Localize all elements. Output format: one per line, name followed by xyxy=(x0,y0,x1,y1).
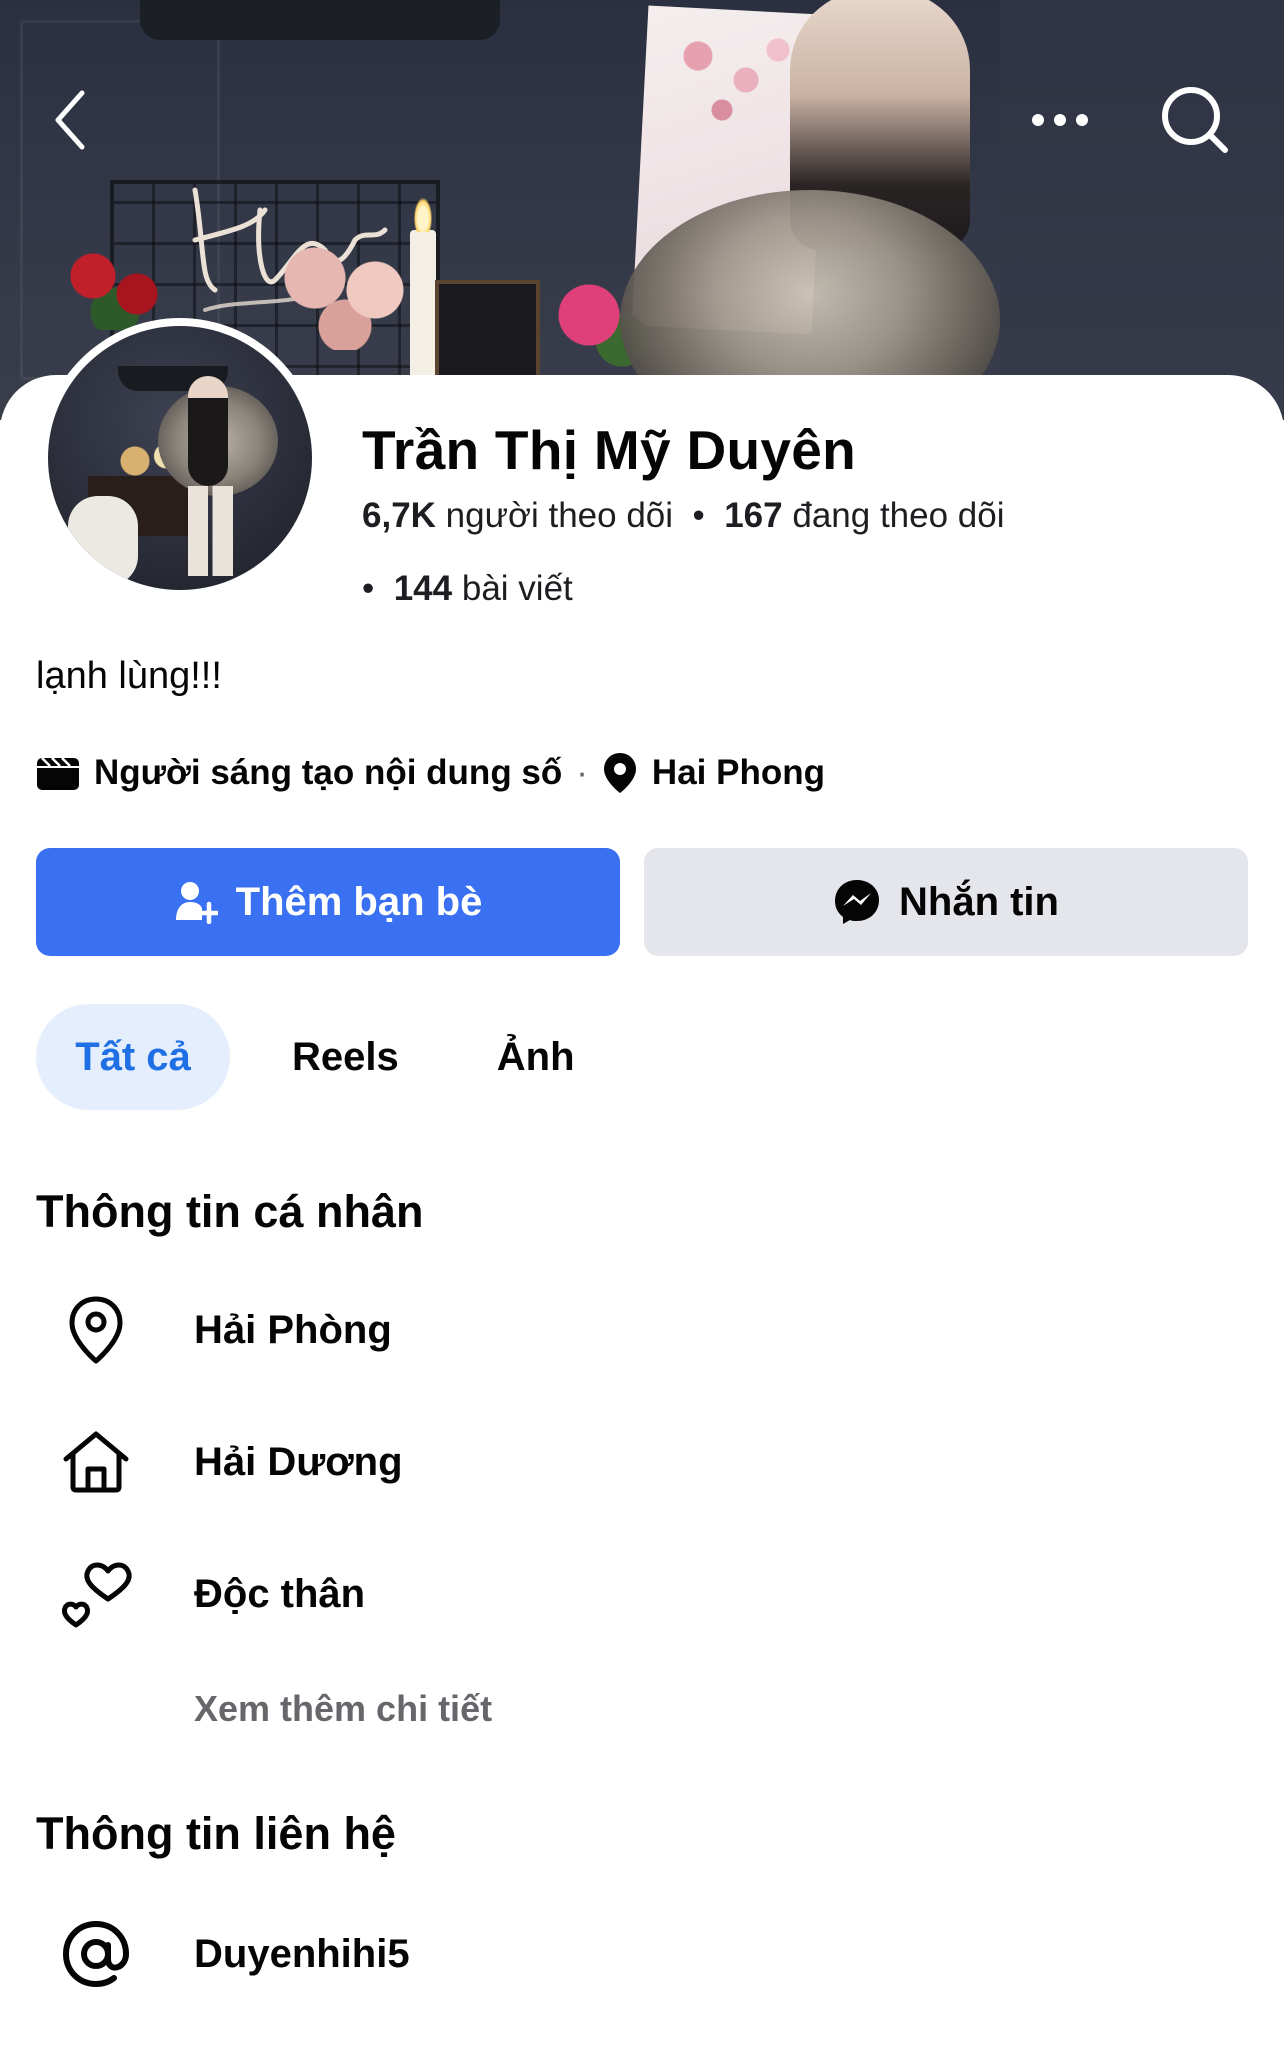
following-count[interactable]: 167 xyxy=(724,496,782,535)
letterboard xyxy=(435,280,540,380)
back-button[interactable] xyxy=(40,80,100,160)
dot-separator: • xyxy=(362,569,384,608)
avatar-legs xyxy=(188,486,233,576)
contact-info-title: Thông tin liên hệ xyxy=(36,1808,396,1859)
avatar[interactable] xyxy=(48,326,312,590)
personal-info-title: Thông tin cá nhân xyxy=(36,1186,424,1237)
info-label: Hải Phòng xyxy=(194,1307,392,1352)
tab-photos[interactable]: Ảnh xyxy=(461,1004,611,1110)
message-button[interactable]: Nhắn tin xyxy=(644,848,1248,956)
info-row-hometown[interactable]: Hải Dương xyxy=(56,1412,403,1512)
home-icon xyxy=(56,1422,136,1502)
posts-count: 144 xyxy=(393,569,453,608)
contact-label: Duyenhihi5 xyxy=(194,1931,410,1976)
more-options-button[interactable] xyxy=(1025,90,1095,150)
dot-separator: · xyxy=(576,753,588,792)
add-friend-label: Thêm bạn bè xyxy=(235,879,483,924)
profile-meta: Người sáng tạo nội dung số · Hai Phong xyxy=(36,748,825,798)
birthday-banner xyxy=(140,0,500,40)
clapperboard-icon xyxy=(36,755,80,791)
see-more-link[interactable]: Xem thêm chi tiết xyxy=(194,1688,492,1730)
search-icon xyxy=(1162,87,1228,153)
search-button[interactable] xyxy=(1155,80,1235,160)
location-label[interactable]: Hai Phong xyxy=(652,753,825,793)
add-friend-button[interactable]: Thêm bạn bè xyxy=(36,848,620,956)
wall-right xyxy=(1000,0,1284,420)
avatar-person xyxy=(188,376,228,486)
messenger-icon xyxy=(833,878,881,926)
roses xyxy=(60,240,170,330)
profile-name: Trần Thị Mỹ Duyên xyxy=(362,419,857,481)
info-row-relationship[interactable]: Độc thân xyxy=(56,1544,365,1644)
hearts-icon xyxy=(56,1554,136,1634)
bio-text: lạnh lùng!!! xyxy=(36,655,222,697)
followers-label[interactable]: người theo dõi xyxy=(446,496,673,535)
dot-separator: • xyxy=(682,496,715,535)
candle-flame xyxy=(414,198,432,232)
chevron-left-icon xyxy=(55,90,85,150)
avatar-coat xyxy=(68,496,138,586)
add-person-icon xyxy=(174,880,218,924)
follow-stats: 6,7K người theo dõi • 167 đang theo dõi xyxy=(362,496,1005,536)
info-label: Độc thân xyxy=(194,1571,366,1616)
post-stats: • 144 bài viết xyxy=(362,569,573,609)
category-label: Người sáng tạo nội dung số xyxy=(94,753,563,792)
contact-row-username[interactable]: Duyenhihi5 xyxy=(56,1904,410,2004)
tab-reels[interactable]: Reels xyxy=(256,1004,435,1110)
posts-label: bài viết xyxy=(461,569,573,608)
following-label[interactable]: đang theo dõi xyxy=(792,496,1004,535)
tab-all[interactable]: Tất cả xyxy=(36,1004,230,1110)
message-label: Nhắn tin xyxy=(899,879,1059,924)
followers-count[interactable]: 6,7K xyxy=(362,496,436,535)
info-label: Hải Dương xyxy=(194,1439,403,1484)
more-dots-icon xyxy=(1032,114,1088,126)
location-pin-icon xyxy=(602,751,638,795)
info-row-location[interactable]: Hải Phòng xyxy=(56,1280,392,1380)
at-sign-icon xyxy=(56,1914,136,1994)
blossom-print xyxy=(650,20,810,140)
location-pin-icon xyxy=(56,1290,136,1370)
pink-roses xyxy=(270,230,420,350)
candle xyxy=(410,230,436,380)
profile-tabs: Tất cả Reels Ảnh xyxy=(36,1004,611,1110)
